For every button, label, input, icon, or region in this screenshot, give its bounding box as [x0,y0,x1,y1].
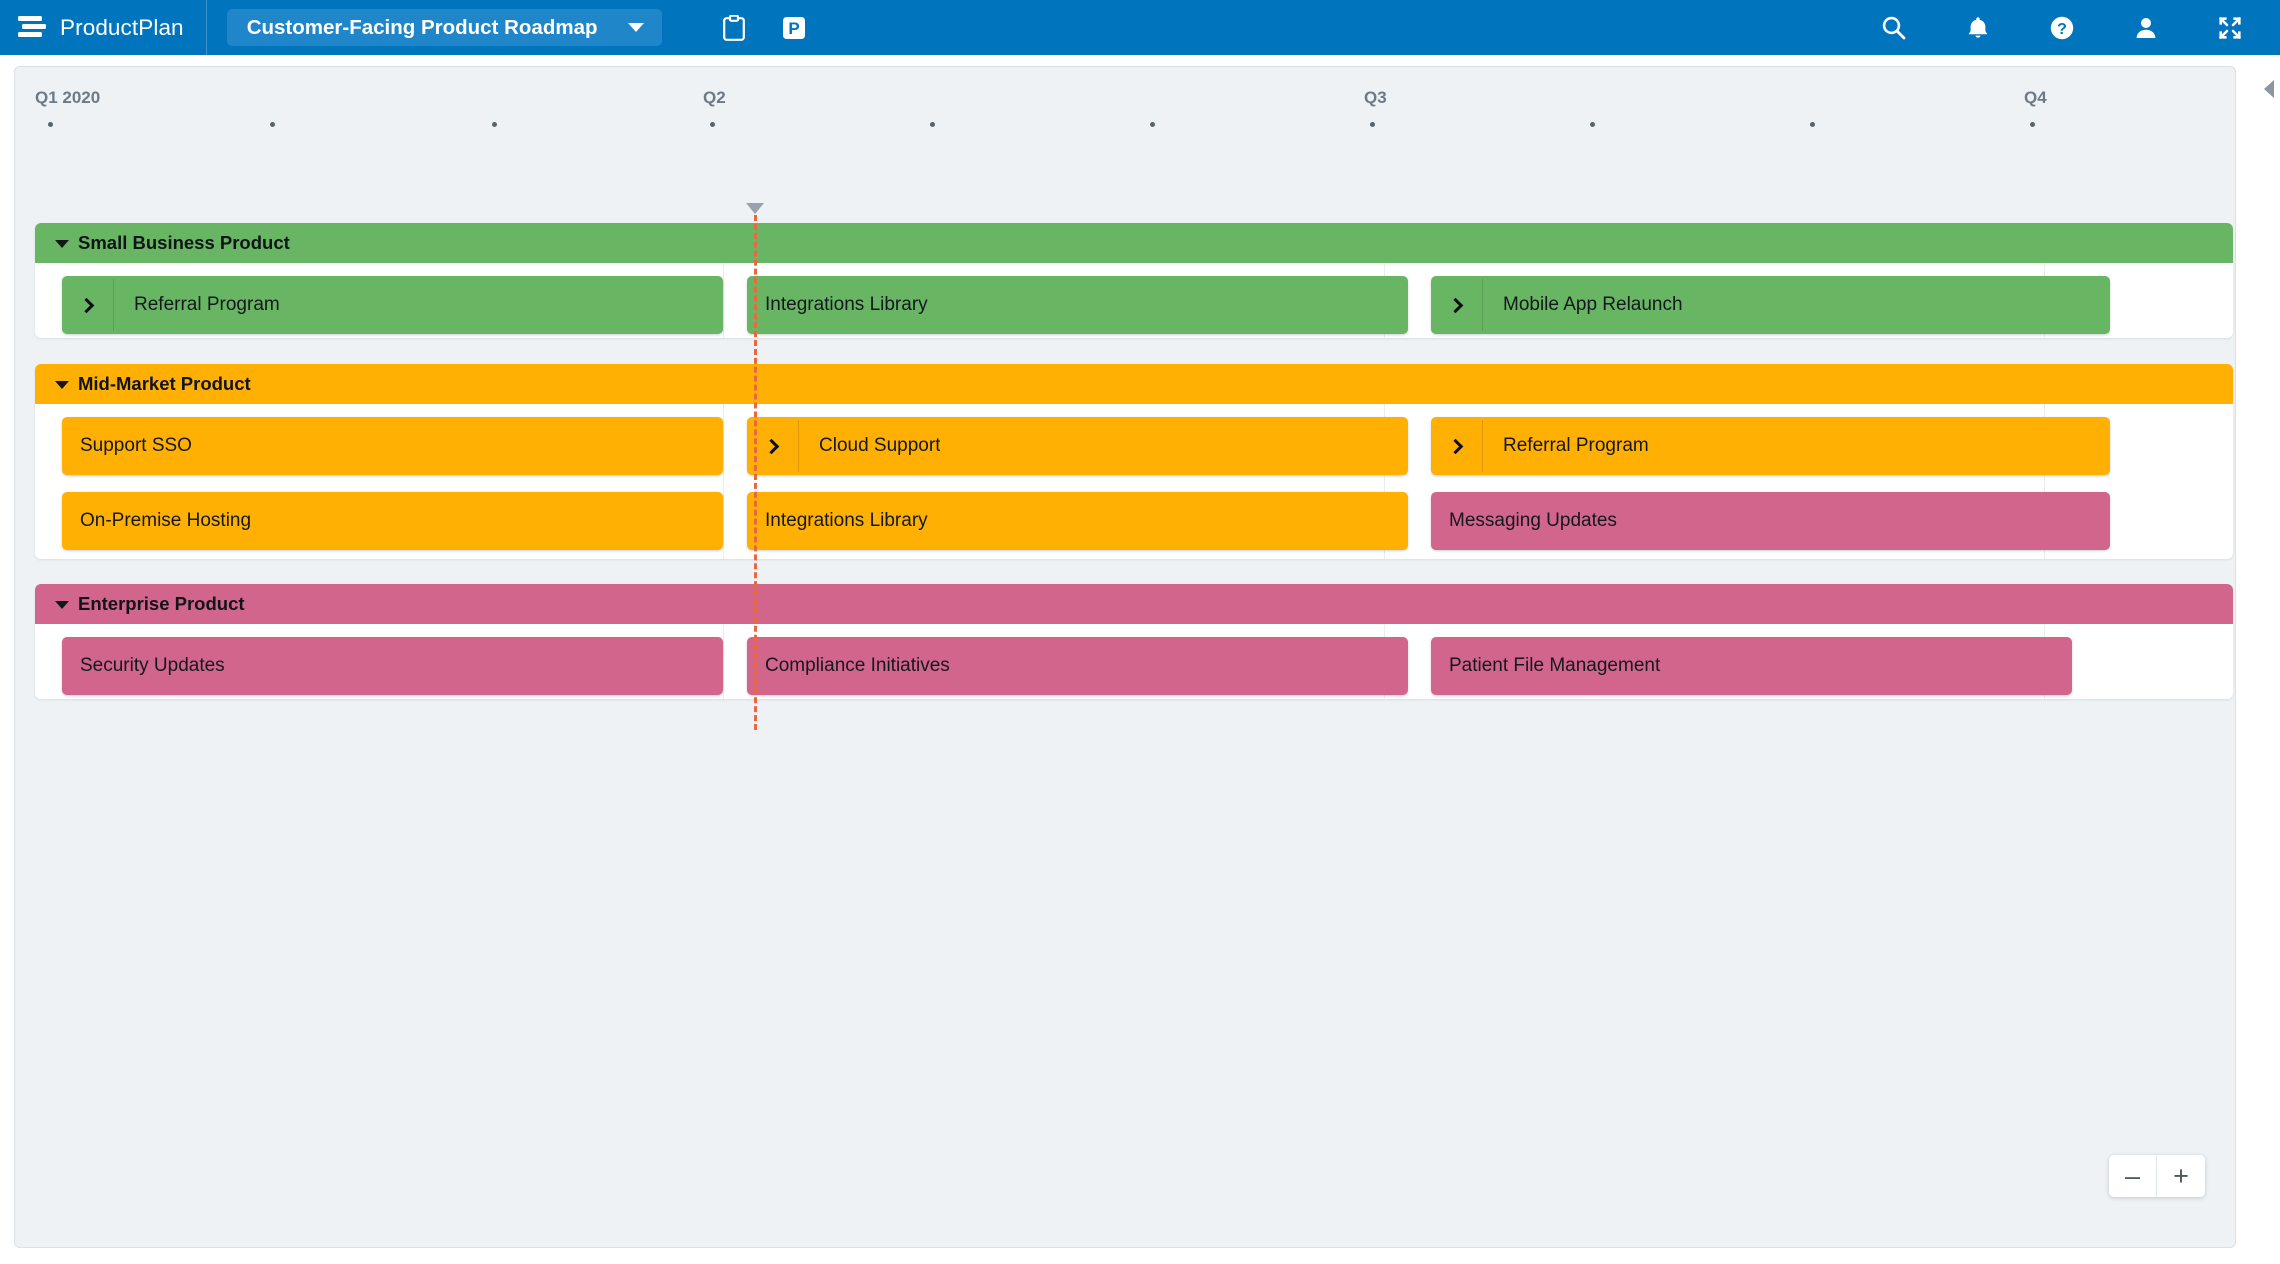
roadmap-bar[interactable]: On-Premise Hosting [62,492,723,550]
lane-body: Referral Program Integrations Library Mobi… [35,263,2233,338]
sidebar-collapse-toggle[interactable] [2260,78,2278,100]
zoom-out-button[interactable]: – [2109,1155,2157,1197]
top-navigation-bar: ProductPlan Customer-Facing Product Road… [0,0,2280,55]
roadmap-bar[interactable]: Referral Program [1431,417,2110,475]
brand-name: ProductPlan [60,14,184,40]
user-icon-glyph [2136,17,2156,38]
bar-expand-button[interactable] [1431,276,1483,334]
expand-icon-glyph [2219,16,2241,39]
lane-body: Security Updates Compliance Initiatives Pa… [35,624,2233,699]
roadmap-bar[interactable]: Mobile App Relaunch [1431,276,2110,334]
lane-header-enterprise-product[interactable]: Enterprise Product [35,584,2233,624]
roadmap-bar[interactable]: Referral Program [62,276,723,334]
svg-text:?: ? [2057,21,2067,38]
clipboard-icon[interactable] [706,0,762,55]
bar-label: On-Premise Hosting [80,510,252,531]
lane-enterprise-product: Enterprise Product Security Updates Compli… [35,584,2233,699]
chevron-right-icon [763,438,779,454]
search-icon[interactable] [1866,0,1922,55]
nav-mid-icon-group: P [706,0,822,55]
chevron-down-icon [55,240,69,248]
roadmap-bar[interactable]: Cloud Support [747,417,1408,475]
roadmap-bar[interactable]: Security Updates [62,637,723,695]
roadmap-selector-label: Customer-Facing Product Roadmap [246,15,598,39]
bar-label: Referral Program [134,294,280,315]
roadmap-bar[interactable]: Integrations Library [747,492,1408,550]
svg-text:P: P [788,19,799,38]
fullscreen-expand-icon[interactable] [2202,0,2258,55]
timeline-quarter-label: Q3 [1364,88,1387,107]
lane-title: Enterprise Product [78,593,245,614]
quarter-gridline [723,624,724,699]
chevron-right-icon [78,297,94,313]
user-account-icon[interactable] [2118,0,2174,55]
lane-header-mid-market-product[interactable]: Mid-Market Product [35,364,2233,404]
quarter-gridline [723,263,724,338]
timeline-tick [1370,122,1375,127]
timeline-tick [710,122,715,127]
search-icon-glyph [1882,16,1906,39]
timeline-header: Q1 2020 Q2 Q3 Q4 [15,67,2235,142]
parking-p-icon[interactable]: P [766,0,822,55]
chevron-right-icon [1447,297,1463,313]
bar-label: Compliance Initiatives [765,655,950,676]
bar-label: Cloud Support [819,435,941,456]
roadmap-bar[interactable]: Integrations Library [747,276,1408,334]
help-icon-glyph: ? [2050,16,2074,39]
bar-label: Integrations Library [765,510,928,531]
timeline-quarter-label: Q1 2020 [35,88,101,107]
lane-title: Mid-Market Product [78,373,251,394]
chevron-down-icon [55,381,69,389]
roadmap-bar[interactable]: Patient File Management [1431,637,2072,695]
bell-icon-glyph [1968,16,1988,38]
lane-body: Support SSO Cloud Support Referral Program… [35,404,2233,559]
timeline-tick [270,122,275,127]
bar-label: Patient File Management [1449,655,1661,676]
lane-small-business-product: Small Business Product Referral Program In… [35,223,2233,338]
brand-area[interactable]: ProductPlan [0,0,207,55]
today-marker-caret-icon [746,203,764,214]
bar-expand-button[interactable] [62,276,114,334]
chevron-down-icon [627,23,644,32]
bar-label: Integrations Library [765,294,928,315]
lane-mid-market-product: Mid-Market Product Support SSO Cloud Suppo… [35,364,2233,559]
timeline-tick [48,122,53,127]
chevron-down-icon [55,601,69,609]
timeline-quarter-label: Q2 [703,88,726,107]
timeline-tick [2030,122,2035,127]
timeline-tick [930,122,935,127]
bar-expand-button[interactable] [1431,417,1483,475]
quarter-gridline [723,404,724,559]
roadmap-bar[interactable]: Messaging Updates [1431,492,2110,550]
roadmap-selector[interactable]: Customer-Facing Product Roadmap [226,9,662,46]
chevron-left-icon [2264,80,2274,98]
notifications-bell-icon[interactable] [1950,0,2006,55]
bar-label: Referral Program [1503,435,1649,456]
stacked-bars-logo-icon [18,15,46,37]
zoom-in-button[interactable]: + [2157,1155,2205,1197]
lane-title: Small Business Product [78,232,290,253]
timeline-tick [1590,122,1595,127]
bar-label: Security Updates [80,655,225,676]
nav-right-icon-group: ? [1866,0,2280,55]
timeline-tick [1150,122,1155,127]
timeline-tick [1810,122,1815,127]
clipboard-icon-glyph [722,14,745,41]
today-marker-line [754,215,757,730]
timeline-quarter-label: Q4 [2024,88,2047,107]
roadmap-canvas: Q1 2020 Q2 Q3 Q4 Small Business Product Refe… [14,66,2236,1248]
bar-label: Support SSO [80,435,192,456]
chevron-right-icon [1447,438,1463,454]
bar-label: Messaging Updates [1449,510,1617,531]
bar-label: Mobile App Relaunch [1503,294,1683,315]
parking-p-icon-glyph: P [782,16,805,39]
zoom-controls: – + [2109,1155,2205,1197]
timeline-tick [492,122,497,127]
lane-header-small-business-product[interactable]: Small Business Product [35,223,2233,263]
roadmap-bar[interactable]: Support SSO [62,417,723,475]
roadmap-bar[interactable]: Compliance Initiatives [747,637,1408,695]
help-circle-icon[interactable]: ? [2034,0,2090,55]
